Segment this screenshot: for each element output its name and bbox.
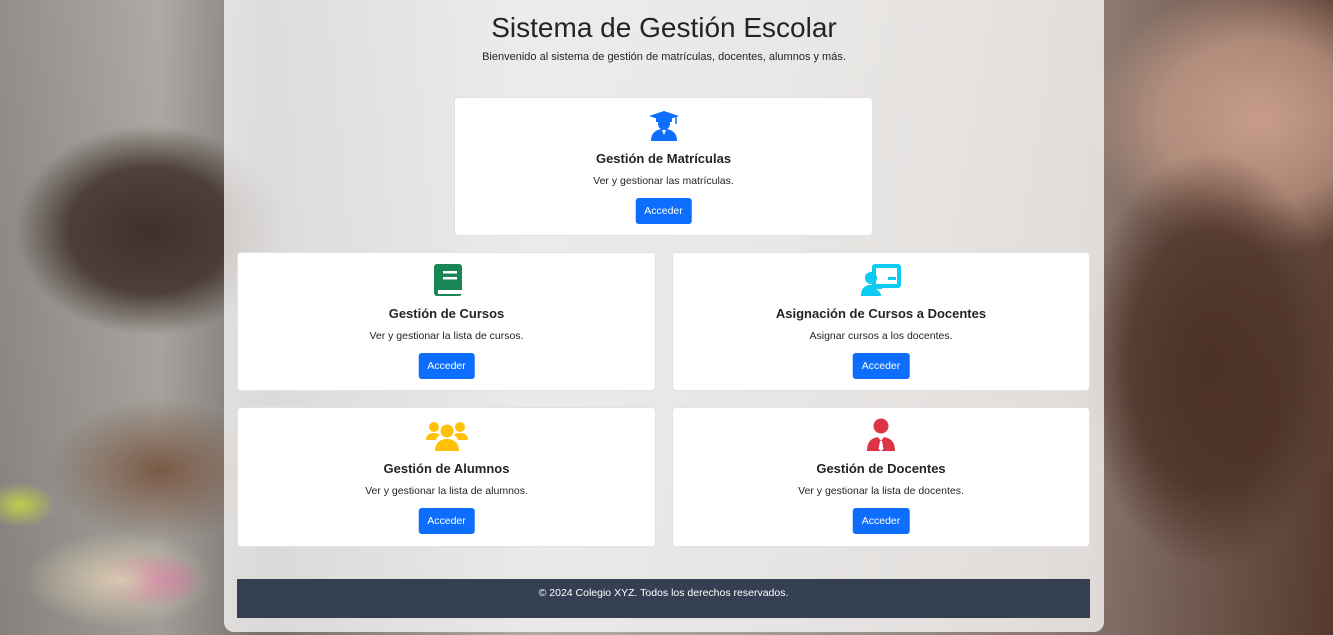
card-title: Asignación de Cursos a Docentes — [775, 306, 987, 321]
card-title: Gestión de Docentes — [816, 461, 946, 476]
card-title: Gestión de Alumnos — [383, 461, 510, 476]
card-cursos: Gestión de Cursos Ver y gestionar la lis… — [237, 252, 656, 391]
graduate-icon — [647, 108, 681, 142]
card-title: Gestión de Cursos — [388, 306, 505, 321]
acceder-asignacion-button[interactable]: Acceder — [852, 353, 910, 379]
card-text: Ver y gestionar las matrículas. — [593, 175, 734, 187]
teacher-board-icon — [860, 263, 902, 297]
book-icon — [430, 263, 464, 297]
card-asignacion: Asignación de Cursos a Docentes Asignar … — [672, 252, 1090, 391]
page-subtitle: Bienvenido al sistema de gestión de matr… — [482, 51, 846, 63]
card-matriculas: Gestión de Matrículas Ver y gestionar la… — [454, 97, 873, 236]
acceder-alumnos-button[interactable]: Acceder — [418, 508, 475, 534]
acceder-docentes-button[interactable]: Acceder — [852, 508, 910, 534]
footer: © 2024 Colegio XYZ. Todos los derechos r… — [237, 579, 1090, 618]
card-text: Ver y gestionar la lista de docentes. — [798, 485, 964, 497]
card-text: Ver y gestionar la lista de alumnos. — [365, 485, 528, 497]
users-icon — [425, 418, 468, 452]
card-alumnos: Gestión de Alumnos Ver y gestionar la li… — [237, 407, 656, 547]
card-docentes: Gestión de Docentes Ver y gestionar la l… — [672, 407, 1090, 547]
page-title: Sistema de Gestión Escolar — [491, 12, 837, 43]
acceder-cursos-button[interactable]: Acceder — [418, 353, 475, 379]
user-tie-icon — [864, 418, 898, 452]
card-title: Gestión de Matrículas — [595, 151, 732, 166]
card-text: Ver y gestionar la lista de cursos. — [369, 330, 524, 342]
card-text: Asignar cursos a los docentes. — [809, 330, 953, 342]
footer-copyright: © 2024 Colegio XYZ. Todos los derechos r… — [538, 587, 789, 599]
acceder-matriculas-button[interactable]: Acceder — [635, 198, 692, 224]
